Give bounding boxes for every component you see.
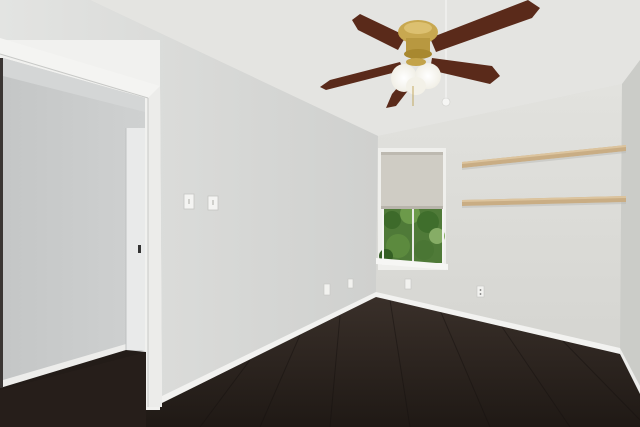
roller-shade [381, 152, 443, 209]
closet-doorway [0, 38, 162, 427]
room-illustration [0, 0, 640, 427]
door-icon [126, 128, 145, 350]
bedroom-scene [0, 0, 640, 427]
window-icon [376, 148, 448, 270]
